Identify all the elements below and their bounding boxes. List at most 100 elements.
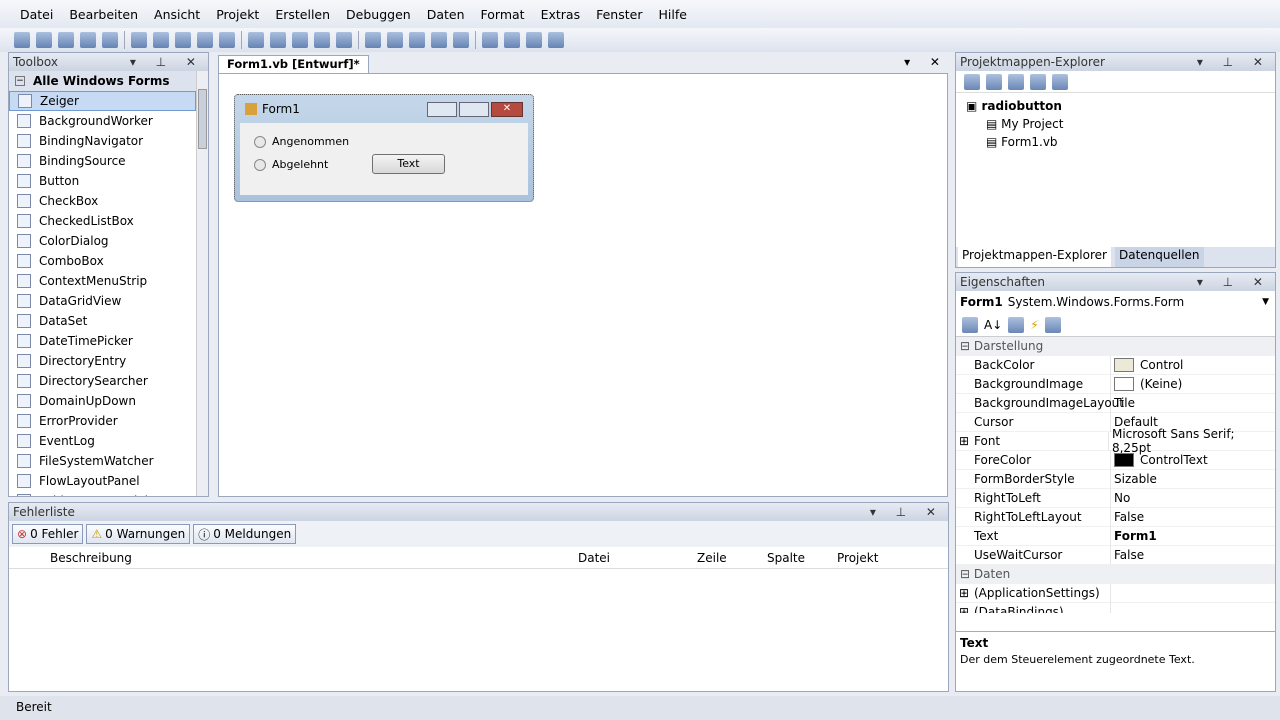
toolbar-button-icon[interactable] (526, 32, 542, 48)
filter-warnings[interactable]: ⚠ 0 Warnungen (86, 524, 191, 544)
property-value[interactable]: Sizable (1114, 472, 1157, 486)
toolbox-item[interactable]: DateTimePicker (9, 331, 196, 351)
sort-alpha-icon[interactable]: A↓ (984, 318, 1002, 332)
collapse-icon[interactable]: ⊟ (956, 567, 970, 581)
toolbar-button-icon[interactable] (248, 32, 264, 48)
toolbox-item[interactable]: ColorDialog (9, 231, 196, 251)
property-value[interactable]: Microsoft Sans Serif; 8,25pt (1112, 427, 1275, 455)
toolbar-button-icon[interactable] (270, 32, 286, 48)
toolbox-item[interactable]: FolderBrowserDialog (9, 491, 196, 496)
col-datei[interactable]: Datei (578, 551, 610, 565)
toolbox-item[interactable]: DirectorySearcher (9, 371, 196, 391)
property-value[interactable]: No (1114, 491, 1130, 505)
close-icon[interactable]: ✕ (491, 101, 523, 117)
toolbox-item[interactable]: FlowLayoutPanel (9, 471, 196, 491)
tab-datenquellen[interactable]: Datenquellen (1114, 247, 1204, 267)
toolbox-item[interactable]: CheckBox (9, 191, 196, 211)
menu-extras[interactable]: Extras (533, 7, 589, 22)
radio-abgelehnt[interactable]: Abgelehnt (254, 158, 328, 171)
menu-bearbeiten[interactable]: Bearbeiten (61, 7, 146, 22)
menu-format[interactable]: Format (473, 7, 533, 22)
text-button[interactable]: Text (372, 154, 445, 174)
toolbox-scrollbar[interactable] (196, 71, 208, 496)
toolbar-button-icon[interactable] (314, 32, 330, 48)
tab-form1-design[interactable]: Form1.vb [Entwurf]* (218, 55, 369, 73)
expand-icon[interactable]: ⊞ (959, 603, 969, 614)
panel-controls[interactable]: ▾ ⊥ ✕ (1197, 55, 1271, 69)
toolbox-item[interactable]: BackgroundWorker (9, 111, 196, 131)
tab-solution-explorer[interactable]: Projektmappen-Explorer (958, 247, 1111, 267)
menu-datei[interactable]: Datei (12, 7, 61, 22)
property-row[interactable]: FormBorderStyle Sizable (956, 469, 1275, 489)
property-category[interactable]: ⊟ Darstellung (956, 337, 1275, 356)
design-surface[interactable]: Form1 ✕ Angenommen Abgelehnt Text (218, 73, 948, 497)
col-beschreibung[interactable]: Beschreibung (50, 551, 132, 565)
radio-angenommen[interactable]: Angenommen (254, 135, 349, 148)
toolbox-item[interactable]: DirectoryEntry (9, 351, 196, 371)
property-row[interactable]: ⊞ Font Microsoft Sans Serif; 8,25pt (956, 427, 1275, 455)
toolbar-button-icon[interactable] (131, 32, 147, 48)
menu-erstellen[interactable]: Erstellen (267, 7, 338, 22)
toolbar-button-icon[interactable] (197, 32, 213, 48)
toolbox-item[interactable]: ComboBox (9, 251, 196, 271)
toolbox-item[interactable]: Zeiger (9, 91, 196, 111)
col-spalte[interactable]: Spalte (767, 551, 805, 565)
property-row[interactable]: RightToLeftLayout False (956, 507, 1275, 527)
filter-errors[interactable]: ⊗ 0 Fehler (12, 524, 84, 544)
tree-item-my-project[interactable]: ▤ My Project (966, 115, 1265, 133)
toolbar-button-icon[interactable] (219, 32, 235, 48)
property-value[interactable]: Control (1140, 358, 1183, 372)
menu-fenster[interactable]: Fenster (588, 7, 650, 22)
filter-messages[interactable]: ⓘ 0 Meldungen (193, 524, 297, 544)
toolbox-item[interactable]: ErrorProvider (9, 411, 196, 431)
property-value[interactable]: (Keine) (1140, 377, 1182, 391)
toolbox-item[interactable]: DomainUpDown (9, 391, 196, 411)
toolbox-category[interactable]: − Alle Windows Forms (9, 71, 196, 91)
toolbox-item[interactable]: BindingSource (9, 151, 196, 171)
property-row[interactable]: RightToLeft No (956, 488, 1275, 508)
expand-icon[interactable]: ⊞ (959, 432, 969, 451)
property-pages-icon[interactable] (1044, 316, 1061, 333)
toolbar-button-icon[interactable] (409, 32, 425, 48)
toolbox-item[interactable]: FileSystemWatcher (9, 451, 196, 471)
menu-projekt[interactable]: Projekt (208, 7, 267, 22)
property-value[interactable]: False (1114, 548, 1144, 562)
toolbox-item[interactable]: DataSet (9, 311, 196, 331)
maximize-icon[interactable] (459, 101, 489, 117)
panel-controls[interactable]: ▾ ⊥ ✕ (130, 55, 204, 69)
toolbar-button-icon[interactable] (548, 32, 564, 48)
toolbox-item[interactable]: BindingNavigator (9, 131, 196, 151)
toolbox-item[interactable]: CheckedListBox (9, 211, 196, 231)
tree-root[interactable]: ▣ radiobutton (966, 97, 1265, 115)
form1-window[interactable]: Form1 ✕ Angenommen Abgelehnt Text (234, 94, 534, 202)
toolbar-button-icon[interactable] (36, 32, 52, 48)
collapse-icon[interactable]: − (15, 76, 25, 86)
toolbar-button-icon[interactable] (482, 32, 498, 48)
toolbar-button-icon[interactable] (80, 32, 96, 48)
tab-controls[interactable]: ▾ ✕ (904, 55, 948, 73)
toolbar-button-icon[interactable] (102, 32, 118, 48)
toolbar-button-icon[interactable] (387, 32, 403, 48)
object-selector[interactable]: Form1 System.Windows.Forms.Form ▼ (956, 291, 1275, 313)
tree-item-form1[interactable]: ▤ Form1.vb (966, 133, 1265, 151)
collapse-icon[interactable]: ⊟ (956, 339, 970, 353)
property-category[interactable]: ⊟ Daten (956, 565, 1275, 584)
menu-ansicht[interactable]: Ansicht (146, 7, 208, 22)
panel-controls[interactable]: ▾ ⊥ ✕ (1197, 275, 1271, 289)
events-icon[interactable]: ⚡ (1030, 318, 1038, 332)
property-row[interactable]: BackColor Control (956, 355, 1275, 375)
toolbar-button-icon[interactable] (58, 32, 74, 48)
toolbar-button-icon[interactable] (453, 32, 469, 48)
property-row[interactable]: ⊞ (ApplicationSettings) (956, 583, 1275, 603)
property-value[interactable]: ControlText (1140, 453, 1208, 467)
toolbox-item[interactable]: Button (9, 171, 196, 191)
properties-icon[interactable] (1008, 316, 1025, 333)
menu-hilfe[interactable]: Hilfe (650, 7, 694, 22)
menu-daten[interactable]: Daten (419, 7, 473, 22)
property-row[interactable]: UseWaitCursor False (956, 545, 1275, 565)
toolbar-button-icon[interactable] (292, 32, 308, 48)
toolbar-button-icon[interactable] (336, 32, 352, 48)
minimize-icon[interactable] (427, 101, 457, 117)
toolbar-button-icon[interactable] (431, 32, 447, 48)
toolbar-button-icon[interactable] (14, 32, 30, 48)
